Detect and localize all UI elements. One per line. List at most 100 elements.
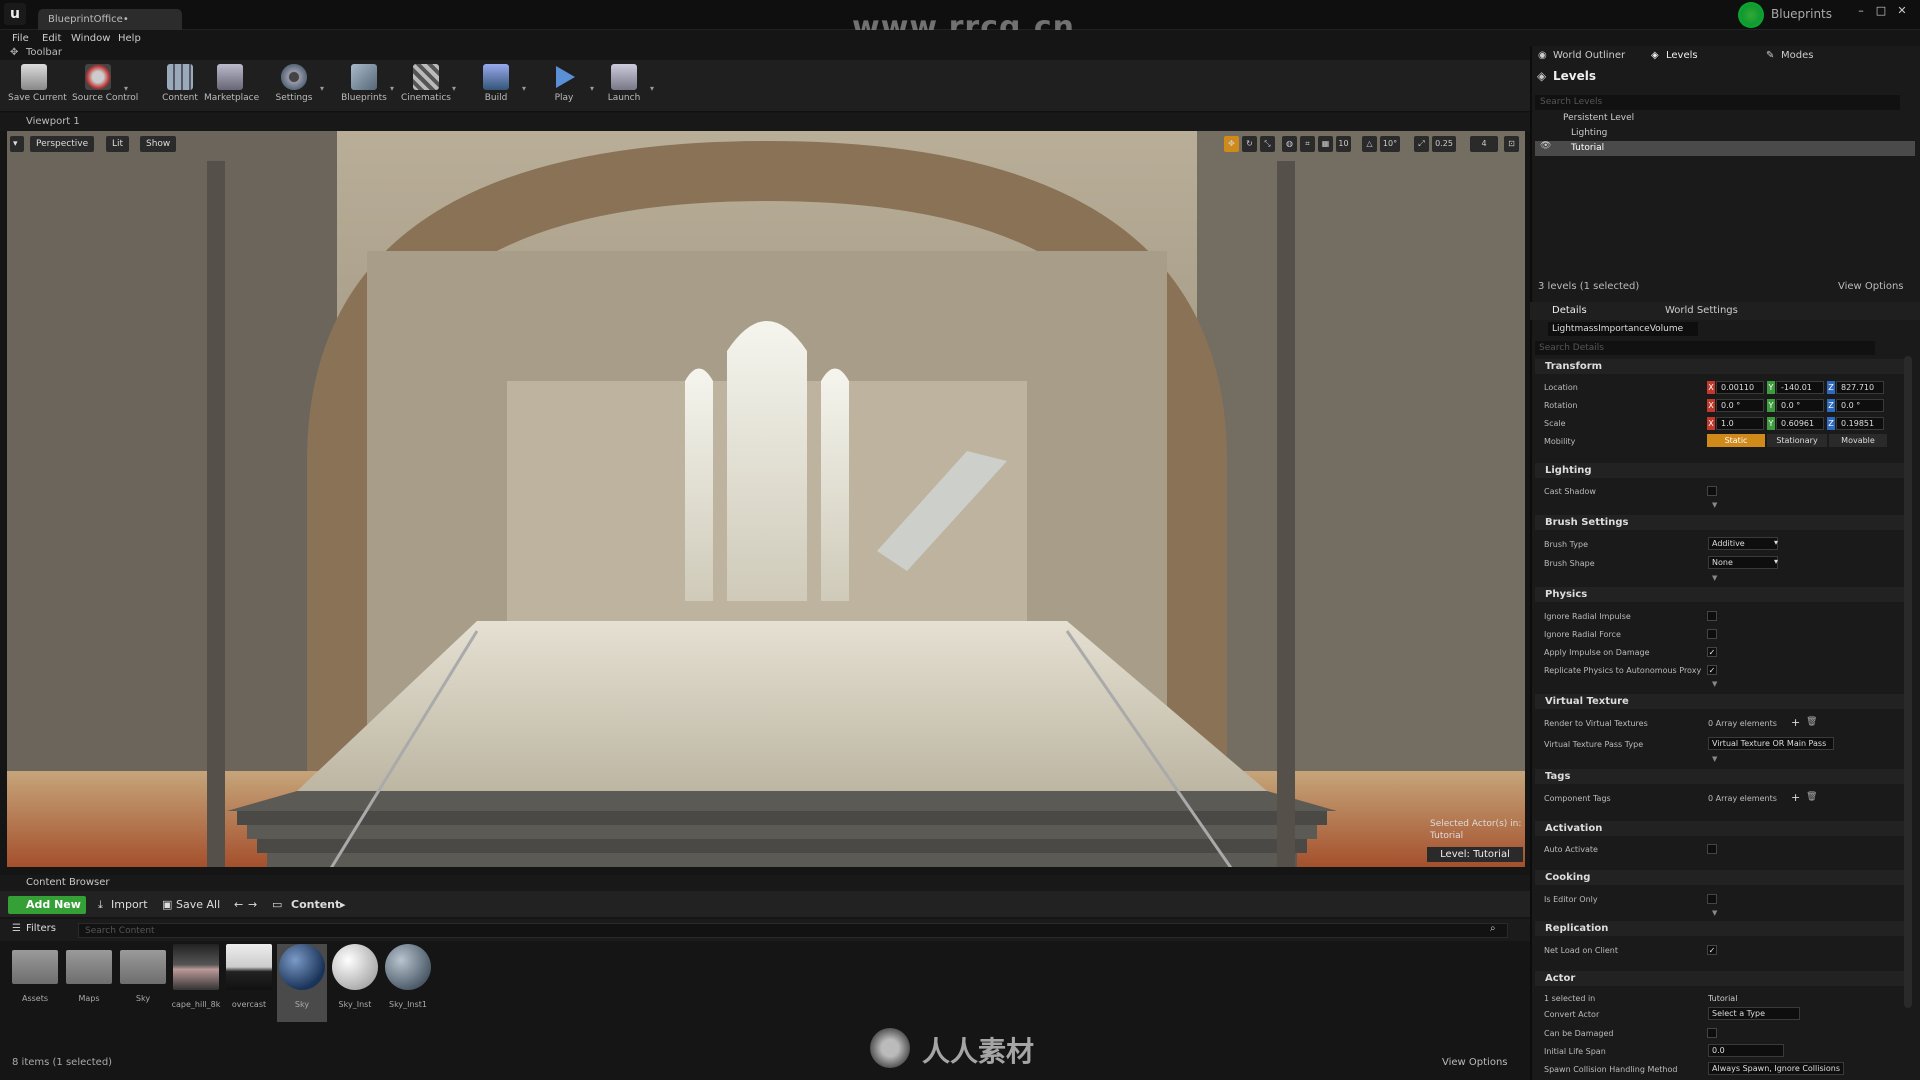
level-row-persistent[interactable]: Persistent Level (1535, 111, 1915, 126)
section-activation[interactable]: Activation (1535, 821, 1910, 836)
content-search-input[interactable]: Search Content (78, 923, 1508, 938)
section-replication[interactable]: Replication (1535, 921, 1910, 936)
levels-search-input[interactable]: Search Levels (1535, 95, 1900, 110)
rotation-x-input[interactable]: 0.0 ° (1716, 399, 1764, 412)
content-browser-tab[interactable]: Content Browser (0, 875, 1530, 891)
import-button[interactable]: Import (111, 898, 148, 911)
location-label[interactable]: Location (1544, 383, 1578, 392)
asset-tile[interactable]: Sky (118, 944, 168, 1022)
auto-activate-checkbox[interactable] (1707, 844, 1717, 854)
can-be-damaged-checkbox[interactable] (1707, 1028, 1717, 1038)
lit-button[interactable]: Lit (106, 136, 130, 152)
menu-file[interactable]: File (12, 33, 29, 44)
content-view-options[interactable]: View Options (1442, 1057, 1508, 1068)
filters-button[interactable]: Filters (26, 923, 56, 934)
life-span-input[interactable]: 0.0 (1708, 1044, 1784, 1057)
details-search-input[interactable]: Search Details (1535, 341, 1875, 355)
vt-pass-dropdown[interactable]: Virtual Texture OR Main Pass (1708, 737, 1834, 750)
build-button[interactable]: Build ▾ (470, 62, 526, 110)
visibility-eye-icon[interactable]: 👁 (1540, 141, 1551, 151)
maximize-viewport-icon[interactable]: ⊡ (1504, 136, 1519, 152)
back-arrow-icon[interactable]: ← (234, 898, 243, 911)
blueprints-badge-icon[interactable] (1738, 2, 1764, 28)
launch-button[interactable]: Launch ▾ (598, 62, 654, 110)
viewport-tab[interactable]: Viewport 1 (0, 113, 1530, 131)
scale-x-input[interactable]: 1.0 (1716, 417, 1764, 430)
scale-z-input[interactable]: 0.19851 (1836, 417, 1884, 430)
expand-advanced-icon[interactable]: ▼ (1712, 909, 1717, 917)
trash-icon[interactable]: 🗑 (1806, 717, 1817, 727)
section-actor[interactable]: Actor (1535, 971, 1910, 986)
tab-world-outliner[interactable]: World Outliner (1553, 50, 1625, 61)
grid-snap-icon[interactable]: ▦ (1318, 136, 1333, 152)
brush-type-dropdown[interactable]: Additive (1708, 537, 1778, 550)
scale-snap-value[interactable]: 0.25 (1432, 136, 1456, 152)
section-tags[interactable]: Tags (1535, 769, 1910, 784)
tab-world-settings[interactable]: World Settings (1665, 305, 1738, 316)
asset-tile[interactable]: Sky_Inst (330, 944, 380, 1022)
tab-modes[interactable]: Modes (1781, 50, 1813, 61)
location-y-input[interactable]: -140.01 (1776, 381, 1824, 394)
tab-details[interactable]: Details (1552, 305, 1587, 316)
menu-edit[interactable]: Edit (42, 33, 61, 44)
levels-header-dropdown[interactable]: Levels (1553, 69, 1596, 83)
rotation-label[interactable]: Rotation (1544, 401, 1577, 410)
menu-window[interactable]: Window (71, 33, 110, 44)
close-icon[interactable]: ✕ (1893, 4, 1911, 18)
convert-actor-dropdown[interactable]: Select a Type (1708, 1007, 1800, 1020)
spawn-collision-dropdown[interactable]: Always Spawn, Ignore Collisions (1708, 1062, 1844, 1075)
expand-advanced-icon[interactable]: ▼ (1712, 680, 1717, 688)
maximize-icon[interactable]: □ (1872, 4, 1890, 18)
ignore-radial-impulse-checkbox[interactable] (1707, 611, 1717, 621)
add-new-button[interactable]: Add New (8, 896, 86, 914)
expand-advanced-icon[interactable]: ▼ (1712, 755, 1717, 763)
location-x-input[interactable]: 0.00110 (1716, 381, 1764, 394)
rotation-y-input[interactable]: 0.0 ° (1776, 399, 1824, 412)
rotation-z-input[interactable]: 0.0 ° (1836, 399, 1884, 412)
asset-tile-selected[interactable]: Sky (277, 944, 327, 1022)
brush-shape-dropdown[interactable]: None (1708, 556, 1778, 569)
asset-tile[interactable]: overcast (224, 944, 274, 1022)
mobility-static-button[interactable]: Static (1707, 434, 1765, 447)
section-virtual-texture[interactable]: Virtual Texture (1535, 694, 1910, 709)
apply-impulse-checkbox[interactable]: ✓ (1707, 647, 1717, 657)
unreal-logo-icon[interactable]: u (4, 3, 26, 25)
play-button[interactable]: Play ▾ (538, 62, 594, 110)
details-scrollbar[interactable] (1904, 356, 1912, 1008)
rotate-tool-icon[interactable]: ↻ (1242, 136, 1257, 152)
viewport-options-dropdown[interactable]: ▾ (10, 136, 24, 152)
path-chevron-icon[interactable]: ▸ (340, 898, 346, 911)
section-lighting[interactable]: Lighting (1535, 463, 1910, 478)
scale-snap-icon[interactable]: ⤢ (1414, 136, 1429, 152)
blueprints-button[interactable]: Blueprints ▾ (338, 62, 394, 110)
show-button[interactable]: Show (140, 136, 177, 152)
section-physics[interactable]: Physics (1535, 587, 1910, 602)
forward-arrow-icon[interactable]: → (248, 898, 257, 911)
level-row-lighting[interactable]: Lighting (1535, 126, 1915, 141)
ignore-radial-force-checkbox[interactable] (1707, 629, 1717, 639)
add-element-icon[interactable]: + (1791, 791, 1800, 804)
section-cooking[interactable]: Cooking (1535, 870, 1910, 885)
asset-tile[interactable]: Sky_Inst1 (383, 944, 433, 1022)
rotation-snap-icon[interactable]: △ (1362, 136, 1377, 152)
replicate-physics-checkbox[interactable]: ✓ (1707, 665, 1717, 675)
grid-snap-value[interactable]: 10 (1336, 136, 1351, 152)
surface-snap-icon[interactable]: ⌗ (1300, 136, 1315, 152)
asset-tile[interactable]: Maps (64, 944, 114, 1022)
trash-icon[interactable]: 🗑 (1806, 792, 1817, 802)
content-button[interactable]: Content (154, 62, 206, 110)
expand-advanced-icon[interactable]: ▼ (1712, 574, 1717, 582)
camera-speed-value[interactable]: 4 (1470, 136, 1498, 152)
sources-toggle-icon[interactable]: ☰ (12, 923, 21, 934)
cast-shadow-checkbox[interactable] (1707, 486, 1717, 496)
rotation-snap-value[interactable]: 10° (1380, 136, 1400, 152)
net-load-checkbox[interactable]: ✓ (1707, 945, 1717, 955)
save-current-button[interactable]: Save Current (8, 62, 67, 110)
scale-y-input[interactable]: 0.60961 (1776, 417, 1824, 430)
expand-advanced-icon[interactable]: ▼ (1712, 501, 1717, 509)
asset-tile[interactable]: cape_hill_8k (171, 944, 221, 1022)
level-viewport[interactable] (7, 131, 1525, 867)
level-row-tutorial[interactable]: Tutorial (1535, 141, 1915, 156)
scale-tool-icon[interactable]: ⤡ (1260, 136, 1275, 152)
document-tab[interactable]: BlueprintOffice• (38, 9, 182, 30)
